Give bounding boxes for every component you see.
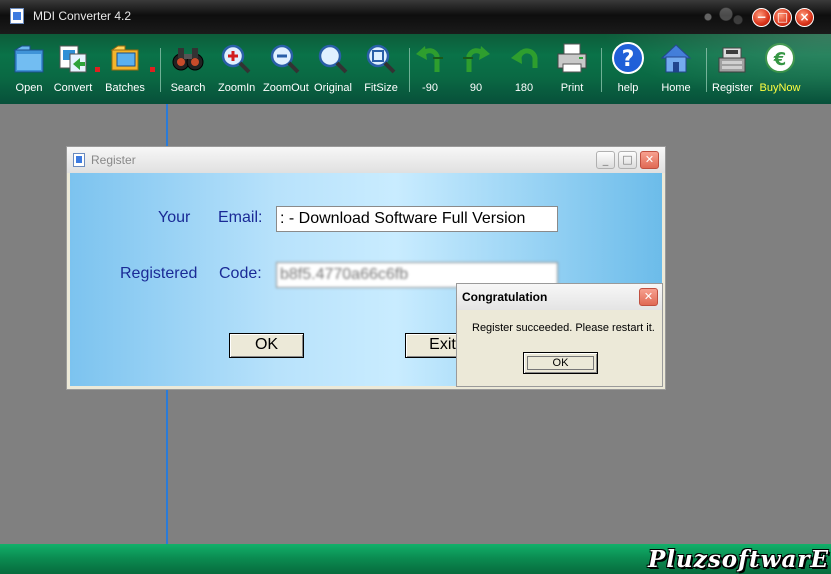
svg-text:€: € [773,49,787,70]
rotate-left-icon [416,46,443,72]
email-label: Email: [218,209,263,226]
email-field[interactable]: : - Download Software Full Version [276,206,558,232]
maximize-button[interactable]: □ [773,8,792,27]
cash-register-icon [718,47,746,73]
message-box-text: Register succeeded. Please restart it. [472,322,655,334]
fit-size-icon [366,44,396,74]
zoom-out-icon [270,44,300,74]
help-button[interactable]: ? help [610,40,646,94]
code-label: Code: [219,265,262,282]
close-button[interactable]: × [795,8,814,27]
zoom-out-button[interactable]: ZoomOut [263,40,309,94]
registered-label: Registered [120,265,198,282]
title-decoration [690,3,750,31]
congratulation-message-box: Congratulation ✕ Register succeeded. Ple… [456,283,663,387]
batches-button[interactable]: Batches [104,40,146,94]
euro-coin-icon: € [765,43,795,73]
message-box-close-button[interactable]: ✕ [639,288,658,306]
folder-open-icon [13,45,44,73]
message-box-title: Congratulation [462,290,548,304]
convert-dropdown-marker[interactable] [95,67,100,72]
search-button[interactable]: Search [170,40,206,94]
toolbar-separator [706,48,707,92]
toolbar: Open Convert Batches Search ZoomIn ZoomO… [0,34,831,104]
dialog-app-icon [73,153,85,167]
message-box-ok-button[interactable]: OK [523,352,598,374]
batch-folder-icon [110,45,139,71]
binoculars-icon [172,48,204,71]
convert-icon [59,45,87,73]
svg-text:?: ? [622,47,635,72]
register-button[interactable]: Register [712,40,753,94]
rotate-180-icon [511,48,538,68]
original-size-button[interactable]: Original [314,40,352,94]
home-button[interactable]: Home [658,40,694,94]
app-title: MDI Converter 4.2 [33,9,132,23]
fit-size-button[interactable]: FitSize [362,40,400,94]
minimize-button[interactable]: − [752,8,771,27]
batches-dropdown-marker[interactable] [150,67,155,72]
magnifier-icon [318,44,348,74]
dialog-close-button[interactable]: ✕ [640,151,659,169]
toolbar-separator [160,48,161,92]
rotate-left-90-button[interactable]: -90 [412,40,448,94]
register-dialog-title: Register [91,153,136,167]
dialog-maximize-button[interactable]: □ [618,151,637,169]
buy-now-button[interactable]: € BuyNow [758,40,802,94]
printer-icon [557,43,587,73]
open-button[interactable]: Open [11,40,47,94]
app-icon [10,8,24,24]
register-dialog-titlebar: Register _ □ ✕ [67,147,665,173]
zoom-in-icon [221,44,251,74]
toolbar-separator [601,48,602,92]
message-box-titlebar: Congratulation ✕ [457,284,662,310]
rotate-right-icon [463,46,490,72]
convert-button[interactable]: Convert [52,40,94,94]
your-label: Your [158,209,191,226]
rotate-right-90-button[interactable]: 90 [458,40,494,94]
help-icon: ? [612,42,644,74]
dialog-minimize-button[interactable]: _ [596,151,615,169]
print-button[interactable]: Print [554,40,590,94]
watermark-logo: PluzsoftwarE [648,546,829,573]
rotate-180-button[interactable]: 180 [506,40,542,94]
app-title-bar: MDI Converter 4.2 − □ × [0,0,831,34]
zoom-in-button[interactable]: ZoomIn [218,40,255,94]
toolbar-separator [409,48,410,92]
home-icon [660,44,692,73]
register-ok-button[interactable]: OK [229,333,304,358]
